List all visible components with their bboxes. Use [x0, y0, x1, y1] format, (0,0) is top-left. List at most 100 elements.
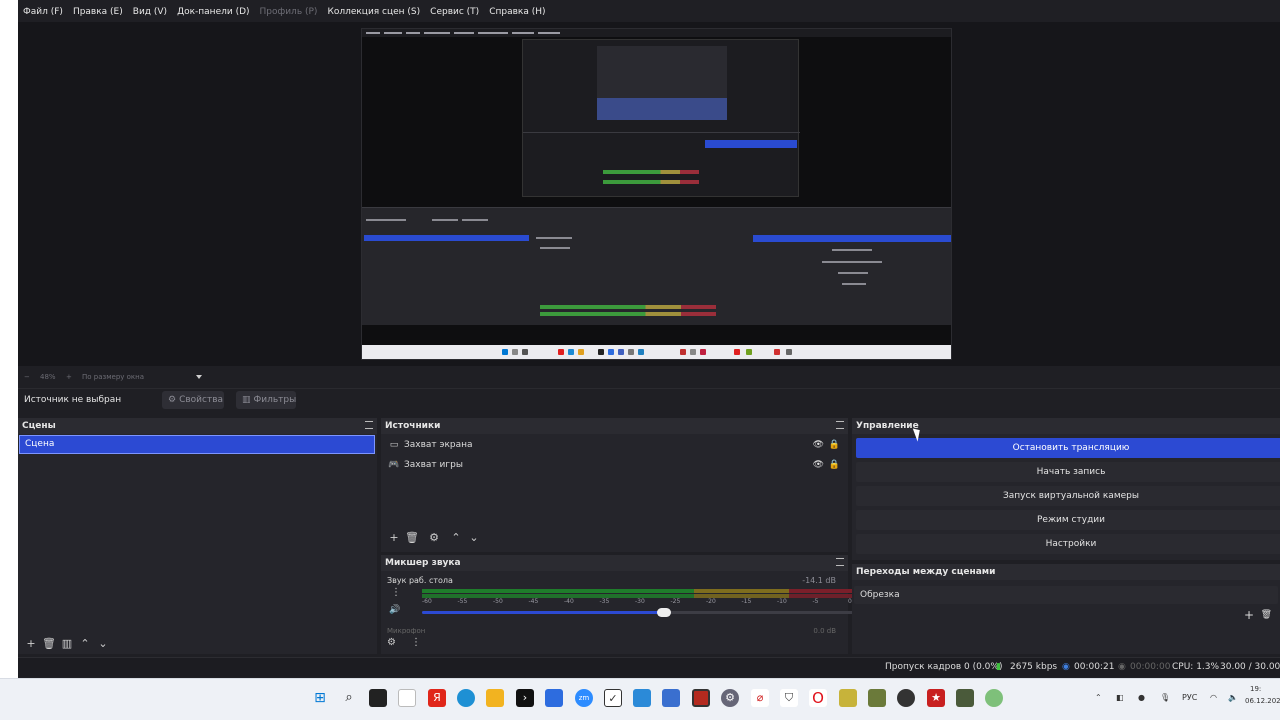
microphone-icon[interactable]: 🎙: [1160, 693, 1170, 702]
move-down-button[interactable]: ⌄: [465, 529, 483, 547]
windows-start-icon[interactable]: ⊞: [311, 689, 329, 707]
zoom-mode-select[interactable]: По размеру окна: [82, 373, 144, 381]
clock-app-icon[interactable]: ✓: [604, 689, 622, 707]
tray-icon[interactable]: ◧: [1116, 693, 1124, 702]
language-indicator[interactable]: РУС: [1182, 693, 1197, 702]
remove-scene-button[interactable]: 🗑: [40, 635, 58, 653]
app-icon-yellow[interactable]: [839, 689, 857, 707]
properties-label: Свойства: [179, 395, 224, 405]
transitions-title: Переходы между сценами: [856, 567, 996, 577]
transition-select[interactable]: Обрезка: [854, 586, 1278, 604]
start-virtual-camera-button[interactable]: Запуск виртуальной камеры: [856, 486, 1280, 506]
chevron-down-icon[interactable]: [196, 375, 202, 379]
preview-area: [18, 22, 1280, 366]
speaker-icon[interactable]: 🔊: [389, 605, 400, 615]
move-down-button[interactable]: ⌄: [94, 635, 112, 653]
menu-profile: Профиль (P): [259, 7, 318, 17]
remove-source-button[interactable]: 🗑: [403, 529, 421, 547]
meter-tick-label: -10: [777, 598, 787, 605]
opera-icon[interactable]: O: [809, 689, 827, 707]
notepad-icon[interactable]: [398, 689, 416, 707]
zoom-in-button[interactable]: +: [66, 373, 72, 381]
mixer-dock-title: Микшер звука: [381, 555, 848, 571]
scenes-title: Сцены: [22, 421, 56, 431]
menu-file[interactable]: Файл (F): [18, 4, 68, 20]
kebab-menu-icon[interactable]: ⋮: [411, 637, 421, 648]
settings-button[interactable]: Настройки: [856, 534, 1280, 554]
app-icon[interactable]: [662, 689, 680, 707]
app-icon-light[interactable]: [985, 689, 1003, 707]
gamepad-icon: 🎮: [388, 460, 400, 470]
lock-icon[interactable]: 🔒: [829, 440, 840, 450]
shield-icon[interactable]: ⛉: [780, 689, 798, 707]
yandex-browser-icon[interactable]: Я: [428, 689, 446, 707]
volume-slider-knob[interactable]: [656, 608, 671, 617]
program-preview[interactable]: [361, 28, 952, 360]
source-row[interactable]: 🎮 Захват игры 👁 🔒: [381, 456, 848, 474]
folder-icon[interactable]: [486, 689, 504, 707]
menu-tools[interactable]: Сервис (T): [425, 4, 484, 20]
obs-taskbar-icon[interactable]: [692, 689, 710, 707]
edge-icon[interactable]: [457, 689, 475, 707]
preview-zoom-bar: − 48% + По размеру окна: [18, 370, 218, 384]
clock-date[interactable]: 06.12.202: [1245, 697, 1280, 705]
source-properties-button[interactable]: ⚙: [425, 529, 443, 547]
app-icon-dark[interactable]: [897, 689, 915, 707]
chevron-up-icon[interactable]: ⌃: [1095, 693, 1102, 702]
clock-time[interactable]: 19:: [1250, 685, 1261, 693]
search-icon[interactable]: ⌕: [340, 689, 358, 707]
source-row[interactable]: ▭ Захват экрана 👁 🔒: [381, 436, 848, 454]
volume-icon[interactable]: 🔈: [1228, 693, 1238, 702]
task-view-icon[interactable]: [369, 689, 387, 707]
sources-dock: Источники ▭ Захват экрана 👁 🔒 🎮 Захват и…: [381, 418, 848, 552]
menu-edit[interactable]: Правка (E): [68, 4, 128, 20]
tray-icon[interactable]: ●: [1138, 693, 1145, 702]
controls-title: Управление: [856, 421, 919, 431]
app-icon-star[interactable]: ★: [927, 689, 945, 707]
wifi-icon[interactable]: ◠: [1210, 693, 1217, 702]
add-scene-button[interactable]: +: [22, 635, 40, 653]
store-icon[interactable]: [545, 689, 563, 707]
zoom-out-button[interactable]: −: [24, 373, 30, 381]
menu-scene-collection[interactable]: Коллекция сцен (S): [322, 4, 425, 20]
preview-mini-taskbar: [362, 345, 951, 359]
settings-icon[interactable]: ⚙: [721, 689, 739, 707]
move-up-button[interactable]: ⌃: [447, 529, 465, 547]
app-icon-green[interactable]: [868, 689, 886, 707]
gear-icon: ⚙: [168, 395, 177, 405]
menu-bar: Файл (F) Правка (E) Вид (V) Док-панели (…: [18, 4, 551, 20]
meter-tick-label: -35: [599, 598, 610, 605]
dock-options-icon[interactable]: [836, 421, 844, 429]
add-transition-button[interactable]: +: [1244, 608, 1254, 622]
move-up-button[interactable]: ⌃: [76, 635, 94, 653]
kebab-menu-icon[interactable]: ⋮: [391, 587, 401, 598]
trash-icon[interactable]: 🗑: [1261, 610, 1272, 620]
filters-button[interactable]: ▥ Фильтры: [236, 391, 296, 409]
dock-options-icon[interactable]: [836, 558, 844, 566]
menu-view[interactable]: Вид (V): [128, 4, 172, 20]
transitions-dock: Переходы между сценами Обрезка + 🗑: [852, 564, 1280, 654]
mixer-toolbar: ⚙ ⋮: [381, 634, 848, 654]
start-recording-button[interactable]: Начать запись: [856, 462, 1280, 482]
windows-taskbar: ⊞ ⌕ Я › zm ✓ ⚙ ⌀ ⛉ O ★ ⌃ ◧ ● 🎙 РУС ◠ 🔈 1…: [0, 678, 1280, 720]
dock-options-icon[interactable]: [365, 421, 373, 429]
meter-tick-label: -55: [457, 598, 468, 605]
menu-docks[interactable]: Док-панели (D): [172, 4, 254, 20]
lock-icon[interactable]: 🔒: [829, 460, 840, 470]
scene-list-item[interactable]: Сцена: [19, 435, 375, 454]
add-source-button[interactable]: +: [385, 529, 403, 547]
studio-mode-button[interactable]: Режим студии: [856, 510, 1280, 530]
app-icon-olive[interactable]: [956, 689, 974, 707]
app-icon-red[interactable]: ⌀: [751, 689, 769, 707]
menu-help[interactable]: Справка (H): [484, 4, 550, 20]
eye-icon[interactable]: 👁: [813, 460, 824, 470]
advanced-audio-icon[interactable]: ⚙: [387, 637, 396, 648]
properties-button[interactable]: ⚙ Свойства: [162, 391, 224, 409]
calculator-icon[interactable]: [633, 689, 651, 707]
terminal-icon[interactable]: ›: [516, 689, 534, 707]
zoom-app-icon[interactable]: zm: [575, 689, 593, 707]
stop-streaming-button[interactable]: Остановить трансляцию: [856, 438, 1280, 458]
eye-icon[interactable]: 👁: [813, 440, 824, 450]
scene-filters-button[interactable]: ▥: [58, 635, 76, 653]
cpu-usage: CPU: 1.3%: [1172, 662, 1220, 672]
